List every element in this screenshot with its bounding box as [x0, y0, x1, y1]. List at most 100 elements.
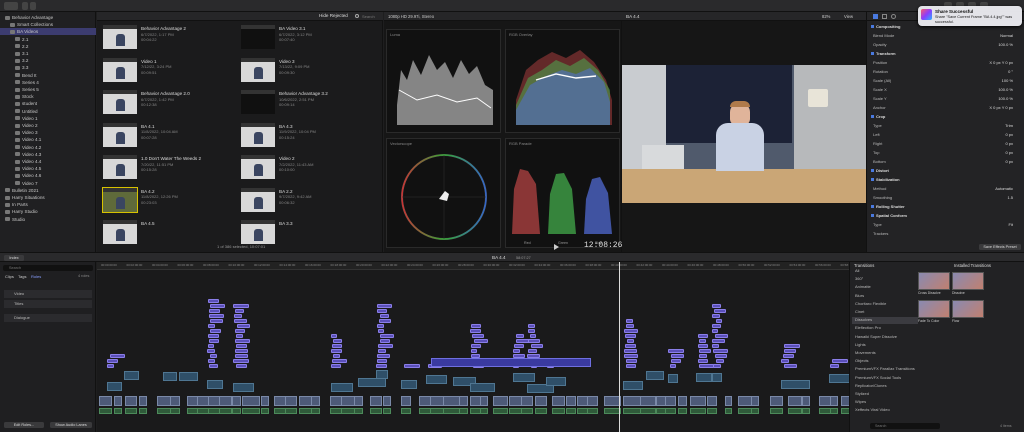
title-clip[interactable]: [377, 329, 385, 333]
library-item[interactable]: Harry Situations: [0, 194, 96, 201]
enable-checkbox[interactable]: [871, 169, 874, 172]
title-clip[interactable]: [208, 334, 220, 338]
enable-checkbox[interactable]: [871, 178, 874, 181]
title-clip[interactable]: [237, 324, 250, 328]
primary-video-clip[interactable]: [458, 396, 468, 406]
param-value[interactable]: X 0 px Y 0 px: [989, 105, 1013, 112]
connected-clip[interactable]: [781, 379, 811, 389]
audio-clip[interactable]: [401, 408, 412, 414]
primary-video-clip[interactable]: [801, 396, 811, 406]
title-clip[interactable]: [210, 329, 222, 333]
connected-clip[interactable]: [545, 377, 567, 387]
clip-thumbnail[interactable]: [241, 187, 275, 212]
tab-clips[interactable]: Clips: [5, 274, 14, 279]
primary-video-clip[interactable]: [99, 396, 112, 406]
transition-category[interactable]: Eleflection Pro: [852, 325, 918, 332]
audio-clip[interactable]: [353, 408, 363, 414]
audio-clip[interactable]: [587, 408, 598, 414]
audio-clip[interactable]: [565, 408, 576, 414]
primary-video-clip[interactable]: [565, 396, 576, 406]
clip-thumbnail[interactable]: [103, 25, 137, 49]
index-button[interactable]: Index: [4, 255, 24, 261]
connected-clip[interactable]: [667, 374, 679, 384]
title-clip[interactable]: [624, 349, 637, 353]
library-item[interactable]: Video 4.6: [0, 172, 96, 179]
title-clip[interactable]: [379, 339, 390, 343]
connected-clip[interactable]: [512, 373, 535, 382]
transition-category[interactable]: 360°: [852, 276, 918, 283]
inspector-param[interactable]: Rotation 0 °: [867, 69, 1024, 76]
browser-clip[interactable]: BA 4.1 11/8/2022, 10:04 AM 00:07:28: [99, 120, 233, 152]
title-clip[interactable]: [529, 334, 536, 338]
primary-video-clip[interactable]: [443, 396, 460, 406]
audio-clip[interactable]: [801, 408, 811, 414]
clip-thumbnail[interactable]: [102, 186, 138, 213]
title-clip[interactable]: [714, 354, 727, 358]
param-value[interactable]: 1.5: [1007, 195, 1013, 202]
param-value[interactable]: Automatic: [995, 186, 1013, 193]
title-clip[interactable]: [332, 354, 340, 358]
title-clip[interactable]: [626, 319, 634, 323]
browser-clip[interactable]: BA 2.2 9/7/2022, 9:42 AM 00:06:32: [237, 185, 371, 217]
title-clip[interactable]: [711, 339, 726, 343]
search-input[interactable]: Search: [362, 14, 375, 19]
title-clip[interactable]: [712, 344, 720, 348]
title-clip[interactable]: [712, 364, 722, 368]
title-clip[interactable]: [208, 314, 224, 318]
library-item[interactable]: Video 4.5: [0, 165, 96, 172]
playhead[interactable]: [619, 262, 620, 432]
title-clip[interactable]: [236, 334, 243, 338]
title-clip[interactable]: [208, 299, 220, 303]
inspector-section[interactable]: Transform: [867, 51, 1024, 58]
enable-checkbox[interactable]: [871, 205, 874, 208]
audio-clip[interactable]: [458, 408, 468, 414]
title-clip[interactable]: [377, 309, 387, 313]
clip-thumbnail[interactable]: [241, 155, 275, 179]
connected-clip[interactable]: [401, 379, 417, 389]
primary-video-clip[interactable]: [401, 396, 412, 406]
title-clip[interactable]: [234, 329, 246, 333]
title-clip[interactable]: [668, 349, 684, 353]
tab-tags[interactable]: Tags: [18, 274, 26, 279]
inspector-param[interactable]: Anchor X 0 px Y 0 px: [867, 105, 1024, 112]
library-item[interactable]: Series 4: [0, 79, 96, 86]
title-clip[interactable]: [712, 304, 721, 308]
title-clip[interactable]: [377, 359, 387, 363]
title-clip[interactable]: [783, 364, 798, 368]
transition-category[interactable]: Cinet: [852, 309, 918, 316]
audio-clip[interactable]: [640, 408, 657, 414]
import-button[interactable]: [4, 2, 18, 10]
param-value[interactable]: 0 px: [1005, 141, 1013, 148]
inspector-param[interactable]: Position X 0 px Y 0 px: [867, 60, 1024, 67]
title-clip[interactable]: [698, 344, 708, 348]
title-clip[interactable]: [332, 359, 348, 363]
transition-category[interactable]: Wipes: [852, 399, 918, 406]
inspector-param[interactable]: Top 0 px: [867, 150, 1024, 157]
audio-clip[interactable]: [664, 408, 676, 414]
primary-video-clip[interactable]: [232, 396, 242, 406]
title-clip[interactable]: [697, 359, 708, 363]
primary-video-clip[interactable]: [113, 396, 122, 406]
transition-category[interactable]: Xeffects Viral Video: [852, 407, 918, 414]
primary-video-clip[interactable]: [622, 396, 641, 406]
primary-video-clip[interactable]: [382, 396, 391, 406]
title-clip[interactable]: [713, 349, 728, 353]
title-clip[interactable]: [699, 354, 707, 358]
primary-video-clip[interactable]: [260, 396, 270, 406]
audio-clip[interactable]: [788, 408, 803, 414]
primary-video-clip[interactable]: [156, 396, 171, 406]
audio-clip[interactable]: [725, 408, 733, 414]
clip-thumbnail[interactable]: [103, 122, 137, 147]
transition-category[interactable]: Dissolves: [852, 317, 918, 324]
save-effects-preset-button[interactable]: Save Effects Preset: [979, 244, 1021, 250]
library-item[interactable]: Video 7: [0, 180, 96, 187]
title-clip[interactable]: [714, 309, 727, 313]
library-item[interactable]: Bulletin 2021: [0, 187, 96, 194]
title-clip[interactable]: [669, 364, 677, 368]
primary-video-clip[interactable]: [139, 396, 148, 406]
connected-clip[interactable]: [696, 373, 713, 383]
connected-clip[interactable]: [330, 382, 353, 392]
param-value[interactable]: 100.0 %: [998, 96, 1013, 103]
key-icon[interactable]: [22, 2, 28, 10]
library-item[interactable]: Video 3: [0, 129, 96, 136]
